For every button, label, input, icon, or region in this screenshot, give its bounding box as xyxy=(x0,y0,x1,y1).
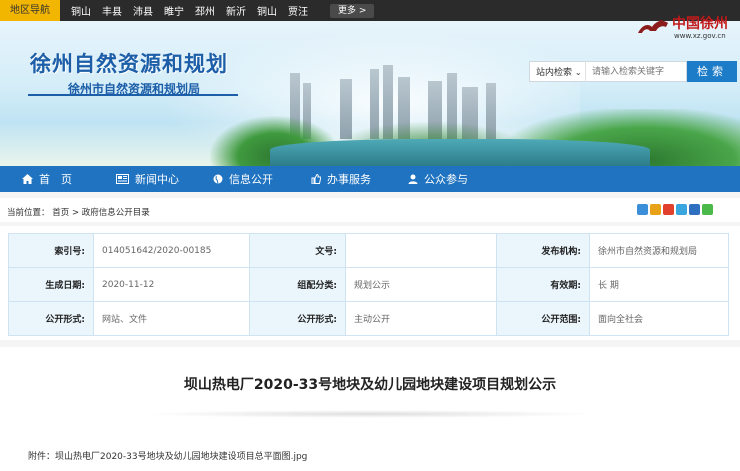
user-icon xyxy=(408,174,418,184)
thumbs-up-icon xyxy=(311,174,321,184)
more-regions-button[interactable]: 更多 > xyxy=(330,3,375,18)
nav-item-label: 新闻中心 xyxy=(135,173,179,186)
share-plus-icon[interactable] xyxy=(637,204,648,215)
attachment-link[interactable]: 附件：坝山热电厂2020-33号地块及幼儿园地块建设项目总平面图.jpg xyxy=(28,449,307,462)
nav-item-news[interactable]: 新闻中心 xyxy=(116,171,179,187)
region-item-fengxian[interactable]: 丰县 xyxy=(102,3,122,18)
share-weibo-icon[interactable] xyxy=(663,204,674,215)
disclosure-mode-value: 主动公开 xyxy=(345,301,497,336)
globe-icon xyxy=(213,174,223,184)
title-divider xyxy=(140,410,600,418)
region-nav-label: 地区导航 xyxy=(0,0,60,21)
share-toolbar xyxy=(637,204,713,215)
city-logo-text[interactable]: 中国徐州 xyxy=(672,13,728,33)
region-item-jiawang[interactable]: 贾汪 xyxy=(288,3,308,18)
breadcrumb-home-link[interactable]: 首页 xyxy=(52,208,69,218)
region-item-peixian[interactable]: 沛县 xyxy=(133,3,153,18)
banner-lake xyxy=(270,139,650,166)
site-title: 徐州自然资源和规划 xyxy=(30,52,228,76)
date-label: 生成日期: xyxy=(8,267,94,302)
news-icon xyxy=(116,174,129,184)
city-logo-url: www.xz.gov.cn xyxy=(674,32,726,40)
disclosure-mode-label: 公开形式: xyxy=(249,301,346,336)
index-no-value: 014051642/2020-00185 xyxy=(93,233,250,268)
validity-label: 有效期: xyxy=(496,267,590,302)
region-item-tongshan-2[interactable]: 铜山 xyxy=(257,3,277,18)
search-scope-label: 站内检索 xyxy=(536,68,573,78)
search-scope-select[interactable]: 站内检索 ⌄ xyxy=(529,61,585,82)
publisher-value: 徐州市自然资源和规划局 xyxy=(589,233,729,268)
chevron-down-icon: ⌄ xyxy=(574,68,582,77)
breadcrumb: 当前位置： 首页 > 政府信息公开目录 xyxy=(7,206,150,218)
search-button[interactable]: 检索 xyxy=(687,61,737,82)
doc-no-value xyxy=(345,233,497,268)
city-logo-icon xyxy=(638,20,668,33)
disclosure-form-value: 网站、文件 xyxy=(93,301,250,336)
publisher-label: 发布机构: xyxy=(496,233,590,268)
nav-item-label: 信息公开 xyxy=(229,173,273,186)
category-value: 规划公示 xyxy=(345,267,497,302)
home-icon xyxy=(22,174,33,184)
breadcrumb-separator: > xyxy=(71,208,80,218)
article-title: 坝山热电厂2020-33号地块及幼儿园地块建设项目规划公示 xyxy=(183,377,557,393)
category-label: 组配分类: xyxy=(249,267,346,302)
share-renren-icon[interactable] xyxy=(689,204,700,215)
region-item-suining[interactable]: 睢宁 xyxy=(164,3,184,18)
nav-item-label: 公众参与 xyxy=(424,173,468,186)
share-qzone-icon[interactable] xyxy=(650,204,661,215)
disclosure-scope-value: 面向全社会 xyxy=(589,301,729,336)
nav-item-label: 首 页 xyxy=(39,173,72,186)
validity-value: 长 期 xyxy=(589,267,729,302)
document-info-table: 索引号: 014051642/2020-00185 文号: 发布机构: 徐州市自… xyxy=(8,233,729,336)
region-item-xinyi[interactable]: 新沂 xyxy=(226,3,246,18)
nav-item-info-disclosure[interactable]: 信息公开 xyxy=(213,171,273,187)
disclosure-form-label: 公开形式: xyxy=(8,301,94,336)
site-subtitle: 徐州市自然资源和规划局 xyxy=(68,82,201,96)
search-input[interactable] xyxy=(585,61,687,82)
share-tencent-weibo-icon[interactable] xyxy=(676,204,687,215)
nav-item-home[interactable]: 首 页 xyxy=(22,171,72,187)
nav-item-label: 办事服务 xyxy=(327,173,371,186)
site-search: 站内检索 ⌄ 检索 xyxy=(529,61,737,82)
region-nav-bar: 地区导航 铜山 丰县 沛县 睢宁 邳州 新沂 铜山 贾汪 更多 > xyxy=(0,0,740,21)
breadcrumb-prefix: 当前位置： xyxy=(7,208,50,218)
nav-item-services[interactable]: 办事服务 xyxy=(311,171,371,187)
date-value: 2020-11-12 xyxy=(93,267,250,302)
region-item-tongshan[interactable]: 铜山 xyxy=(71,3,91,18)
index-no-label: 索引号: xyxy=(8,233,94,268)
main-nav: 首 页 新闻中心 信息公开 办事服务 公众参与 xyxy=(0,166,740,192)
nav-item-public-participation[interactable]: 公众参与 xyxy=(408,171,468,187)
breadcrumb-current[interactable]: 政府信息公开目录 xyxy=(82,208,150,218)
share-wechat-icon[interactable] xyxy=(702,204,713,215)
doc-no-label: 文号: xyxy=(249,233,346,268)
region-item-pizhou[interactable]: 邳州 xyxy=(195,3,215,18)
disclosure-scope-label: 公开范围: xyxy=(496,301,590,336)
